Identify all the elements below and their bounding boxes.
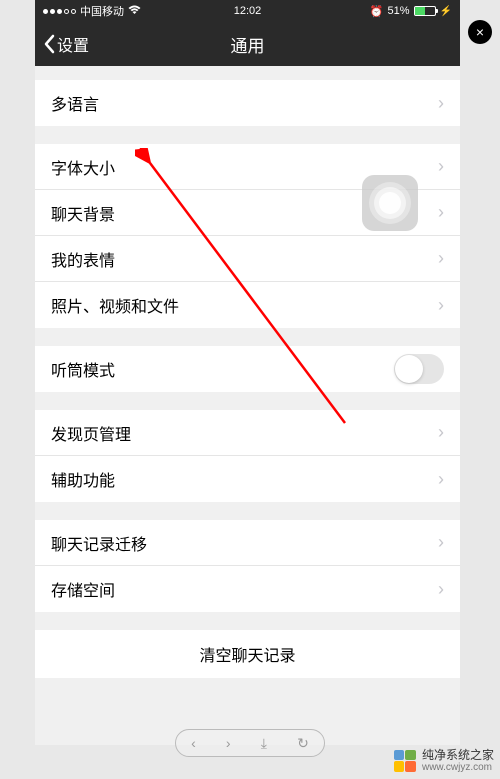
- chevron-right-icon: ›: [438, 295, 444, 316]
- row-label: 存储空间: [51, 577, 115, 601]
- signal-icon: [43, 9, 76, 14]
- settings-content: 多语言 › 字体大小 › 聊天背景 › 我的表情 › 照片、视频和文件 ›: [35, 80, 460, 678]
- prev-button[interactable]: ‹: [191, 735, 196, 751]
- chevron-right-icon: ›: [438, 202, 444, 223]
- chevron-left-icon: [43, 34, 55, 54]
- clear-chat-label: 清空聊天记录: [199, 642, 295, 666]
- row-accessibility[interactable]: 辅助功能 ›: [35, 456, 460, 502]
- row-label: 字体大小: [51, 155, 115, 179]
- status-bar: 中国移动 12:02 ⏰ 51% ⚡: [35, 0, 460, 22]
- watermark-url: www.cwjyz.com: [422, 762, 494, 773]
- row-language[interactable]: 多语言 ›: [35, 80, 460, 126]
- section-features: 发现页管理 › 辅助功能 ›: [35, 410, 460, 502]
- alarm-icon: ⏰: [370, 5, 384, 18]
- row-label: 听筒模式: [51, 357, 115, 381]
- chevron-right-icon: ›: [438, 579, 444, 600]
- chevron-right-icon: ›: [438, 532, 444, 553]
- toggle-knob: [395, 355, 423, 383]
- row-discover-manage[interactable]: 发现页管理 ›: [35, 410, 460, 456]
- row-storage[interactable]: 存储空间 ›: [35, 566, 460, 612]
- overlay-close-button[interactable]: ×: [468, 20, 492, 44]
- section-storage: 聊天记录迁移 › 存储空间 ›: [35, 520, 460, 612]
- row-label: 我的表情: [51, 247, 115, 271]
- chevron-right-icon: ›: [438, 248, 444, 269]
- row-label: 多语言: [51, 91, 99, 115]
- close-icon: ×: [476, 24, 484, 40]
- chevron-right-icon: ›: [438, 156, 444, 177]
- assistive-touch-button[interactable]: [362, 175, 418, 231]
- earpiece-toggle[interactable]: [394, 354, 444, 384]
- watermark-logo-icon: [394, 750, 416, 772]
- chevron-right-icon: ›: [438, 422, 444, 443]
- row-stickers[interactable]: 我的表情 ›: [35, 236, 460, 282]
- wifi-icon: [128, 5, 141, 18]
- charging-icon: ⚡: [440, 6, 452, 17]
- rotate-button[interactable]: ↻: [297, 735, 309, 752]
- section-display: 字体大小 › 聊天背景 › 我的表情 › 照片、视频和文件 ›: [35, 144, 460, 328]
- clear-chat-button[interactable]: 清空聊天记录: [35, 630, 460, 678]
- phone-screen: 中国移动 12:02 ⏰ 51% ⚡ 设置 通用 多语言 ›: [35, 0, 460, 745]
- status-time: 12:02: [234, 5, 262, 17]
- page-title: 通用: [231, 32, 265, 57]
- download-button[interactable]: ⤓: [261, 735, 267, 752]
- carrier-label: 中国移动: [80, 3, 124, 19]
- watermark-name: 纯净系统之家: [422, 749, 494, 762]
- nav-bar: 设置 通用: [35, 22, 460, 66]
- row-label: 照片、视频和文件: [51, 293, 179, 317]
- row-label: 聊天记录迁移: [51, 531, 147, 555]
- watermark: 纯净系统之家 www.cwjyz.com: [394, 749, 494, 773]
- next-button[interactable]: ›: [226, 735, 231, 751]
- row-label: 聊天背景: [51, 201, 115, 225]
- row-chat-migrate[interactable]: 聊天记录迁移 ›: [35, 520, 460, 566]
- back-label: 设置: [57, 32, 89, 56]
- image-viewer-toolbar: ‹ › ⤓ ↻: [175, 729, 325, 757]
- row-earpiece-mode[interactable]: 听筒模式: [35, 346, 460, 392]
- battery-percent: 51%: [388, 5, 410, 17]
- battery-icon: [414, 6, 436, 16]
- row-label: 辅助功能: [51, 467, 115, 491]
- chevron-right-icon: ›: [438, 93, 444, 114]
- row-label: 发现页管理: [51, 421, 131, 445]
- chevron-right-icon: ›: [438, 469, 444, 490]
- row-media-files[interactable]: 照片、视频和文件 ›: [35, 282, 460, 328]
- back-button[interactable]: 设置: [35, 32, 89, 56]
- section-audio: 听筒模式: [35, 346, 460, 392]
- section-language: 多语言 ›: [35, 80, 460, 126]
